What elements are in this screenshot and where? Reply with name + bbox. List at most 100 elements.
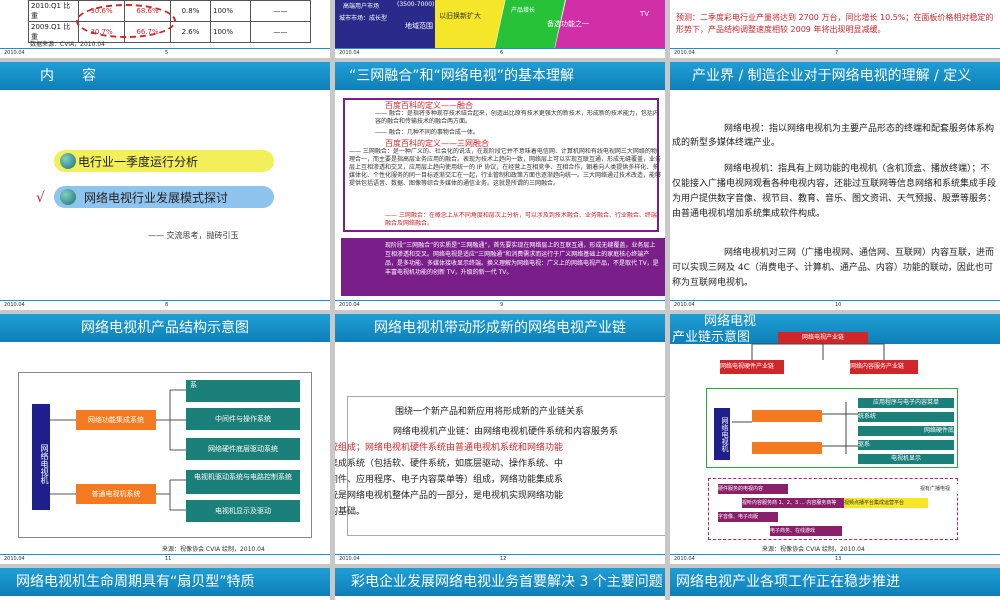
slide-footer: 2010.04 12 (335, 554, 665, 564)
chain-line: 网络电视机产业链：由网络电视机硬件系统和内容服务系 (393, 427, 619, 437)
content-item: 电子商务、在线游戏 (770, 526, 842, 536)
def2-body: —— 三网融合：是一种广义的、社会化的说法，在现阶段它并不意味着电信网、计算机网… (349, 148, 661, 187)
slide-title: 内 容 (0, 62, 330, 90)
chain-teal-node: 网络硬件底 (858, 426, 954, 436)
slide-title: 彩电企业发展网络电视业务首要解决 3 个主要问题 (335, 568, 665, 596)
slide-market-segments: 高端用户市场 (3500-7000) 以旧换新扩大 地域范围 城市市场：成长型 … (335, 0, 665, 58)
slide-footer: 2010.04 7 (670, 48, 1000, 58)
slide-footer: 2010.04 10 (670, 300, 1000, 310)
chain-line: 统组成；网络电视机硬件系统由普通电视机系统和网络功能 (335, 443, 564, 453)
slide-forecast: 预测：二季度彩电行业产量将达到 2700 万台，同比增长 10.5%；在面板价格… (670, 0, 1000, 58)
network-system-node: 网络功能集成系统 (76, 410, 156, 430)
definition-p2: 网络电视机：指具有上网功能的电视机（含机顶盒、播放终端）；不仅能接入广播电视网观… (672, 164, 997, 219)
page-number: 8 (165, 302, 169, 308)
summary-box: 现阶段“三网融合”的实质是“三网融通”，首先要实现在网络层上的互联互通，形成无缝… (341, 238, 665, 296)
footer-date: 2010.04 (339, 50, 360, 56)
chain-orange-node (752, 410, 822, 422)
content-item: 硬件服务的电视内容 (718, 484, 788, 494)
page-number: 11 (165, 556, 172, 562)
chain-line: 间件、应用程序、电子内容菜单等）组成，网络功能集成系 (335, 475, 564, 485)
share-value: —— (250, 0, 311, 22)
slide-footer: 2010.04 5 (0, 48, 330, 58)
content-item: 视频点播平台集成运营平台 (844, 498, 928, 508)
slide-title: 网络电视机带动形成新的网络电视产业链 (335, 314, 665, 342)
footer-date: 2010.04 (339, 556, 360, 562)
footer-date: 2010.04 (674, 302, 695, 308)
slide-product-structure: 网络电视机产品结构示意图 网络电视机 网络功能集成系统 普通电视机系统 系 中间… (0, 314, 330, 564)
chain-lead: 围绕一个新产品和新应用将形成新的产业链关系 (395, 407, 585, 417)
chain-teal-node: 统系统 (858, 412, 954, 422)
source-note: 来源：视像协会 CVIA 绘制，2010.04 (162, 546, 265, 553)
slide-market-share: 2010.Q1 比重 30.6% 68.6% 0.8% 100% —— 2009… (0, 0, 330, 58)
globe-icon (60, 153, 76, 169)
highlight-ellipse (76, 4, 176, 38)
content-item: 视听内容服务商 1、2、3 … 内容服务商等 (742, 498, 852, 508)
contents-label: 电行业一季度运行分析 (78, 155, 199, 169)
segment-label: 高端用户市场 (343, 3, 380, 10)
leaf-node: 网络硬件底层驱动系统 (186, 438, 300, 460)
def1-body: —— 融合：是指将多种现存技术结合起来，创造出比原有技术更强大的新技术，形成新的… (375, 110, 659, 125)
chain-teal-node: 电视机显示 (858, 454, 954, 464)
share-value: 100% (210, 0, 251, 22)
slide-footer: 2010.04 8 (0, 300, 330, 310)
segment-label: (3500-7000) (397, 1, 435, 8)
page-number: 7 (835, 50, 839, 56)
leaf-node: 中间件与操作系统 (186, 408, 300, 430)
footer-date: 2010.04 (674, 556, 695, 562)
contents-note: —— 交流思考，抛砖引玉 (148, 231, 239, 240)
slide-industry-chain-text: 网络电视机带动形成新的网络电视产业链 围绕一个新产品和新应用将形成新的产业链关系… (335, 314, 665, 564)
page-number: 10 (835, 302, 842, 308)
page-number: 12 (500, 556, 507, 562)
segment-label: 城市市场：成长型 (339, 15, 388, 22)
definition-p1: 网络电视：指以网络电视机为主要产品形态的终端和配套服务体系构成的新型多媒体终端产… (672, 124, 995, 148)
footer-date: 2010.04 (674, 50, 695, 56)
root-node: 网络电视机 (32, 404, 50, 510)
chain-teal-node: 驱系 (858, 440, 954, 450)
page-number: 9 (500, 302, 504, 308)
leaf-node: 电视机驱动系统与电路控制系统 (186, 470, 300, 494)
segment-label: 地域范围 (405, 22, 433, 30)
slide-footer: 2010.04 9 (335, 300, 665, 310)
chain-root-node: 网络电视机 (714, 408, 730, 460)
tv-system-node: 普通电视机系统 (76, 484, 156, 504)
slide-footer: 2010.04 11 (0, 554, 330, 564)
check-mark: √ (36, 190, 45, 206)
slide-footer: 2010.04 6 (335, 48, 665, 58)
slide-lifecycle: 网络电视机生命周期具有“扇贝型”特质 (0, 568, 330, 600)
chain-line: 的基础。 (335, 507, 366, 517)
slide-title: 产业界 / 制造企业对于网络电视的理解 / 定义 (670, 62, 1000, 90)
segment-label: 以旧换新扩大 (439, 12, 481, 20)
content-item: 字音像、电子出版 (718, 512, 778, 522)
leaf-node: 系 (186, 380, 300, 402)
slide-title: 网络电视机生命周期具有“扇贝型”特质 (0, 568, 330, 596)
share-value: 0.8% (170, 0, 211, 22)
segment-yellow (435, 0, 505, 48)
contents-item-1: 电行业一季度运行分析 (54, 150, 274, 172)
page-number: 13 (835, 556, 842, 562)
page-number: 5 (165, 50, 169, 56)
slide-industry-chain-diagram: 网络电视 产业链示意图 网络电视产业链 网络电视硬件产业链 网络内容服务产业链 … (670, 314, 1000, 564)
footer-date: 2010.04 (4, 50, 25, 56)
forecast-text: 预测：二季度彩电行业产量将达到 2700 万台，同比增长 10.5%；在面板价格… (676, 13, 994, 34)
globe-icon (60, 189, 76, 205)
segment-label: TV (640, 10, 650, 18)
segment-label: 产品增长 (511, 7, 536, 14)
page-number: 6 (500, 50, 504, 56)
contents-item-2: 网络电视行业发展模式探讨 (54, 186, 274, 208)
definition-p3: 网络电视机对三网（广播电视网、通信网、互联网）内容互联，进而可以实现三网及 4C… (672, 248, 995, 288)
footer-date: 2010.04 (339, 302, 360, 308)
slide-convergence: “三网融合”和“网络电视”的基本理解 百度百科的定义——融合 —— 融合：是指将… (335, 62, 665, 310)
slide-contents: 内 容 电行业一季度运行分析 √ 网络电视行业发展模式探讨 —— 交流思考，抛砖… (0, 62, 330, 310)
segment-label: 备选功能之一 (547, 20, 589, 28)
slide-title: “三网融合”和“网络电视”的基本理解 (335, 62, 665, 90)
def2-line: —— 三网融合：在概念上从不同角度和层次上分析，可以涉及到技术融合、业务融合、行… (385, 212, 657, 227)
source-note: 来源：视像协会 CVIA 绘制，2010.04 (762, 546, 865, 553)
slide-three-problems: 彩电企业发展网络电视业务首要解决 3 个主要问题 (335, 568, 665, 600)
chain-line: 集成系统（包括软、硬件系统，如底层驱动、操作系统、中 (335, 459, 564, 469)
share-value: 2.6% (170, 21, 211, 43)
row-label: 2010.Q1 比重 (28, 0, 79, 22)
chain-orange-node (752, 442, 822, 454)
leaf-node: 电视机显示及驱动 (186, 500, 300, 522)
slide-progress: 网络电视产业各项工作正在稳步推进 (670, 568, 1000, 600)
chain-line: 统是网络电视机整体产品的一部分，是电视机实现网络功能 (335, 491, 564, 501)
